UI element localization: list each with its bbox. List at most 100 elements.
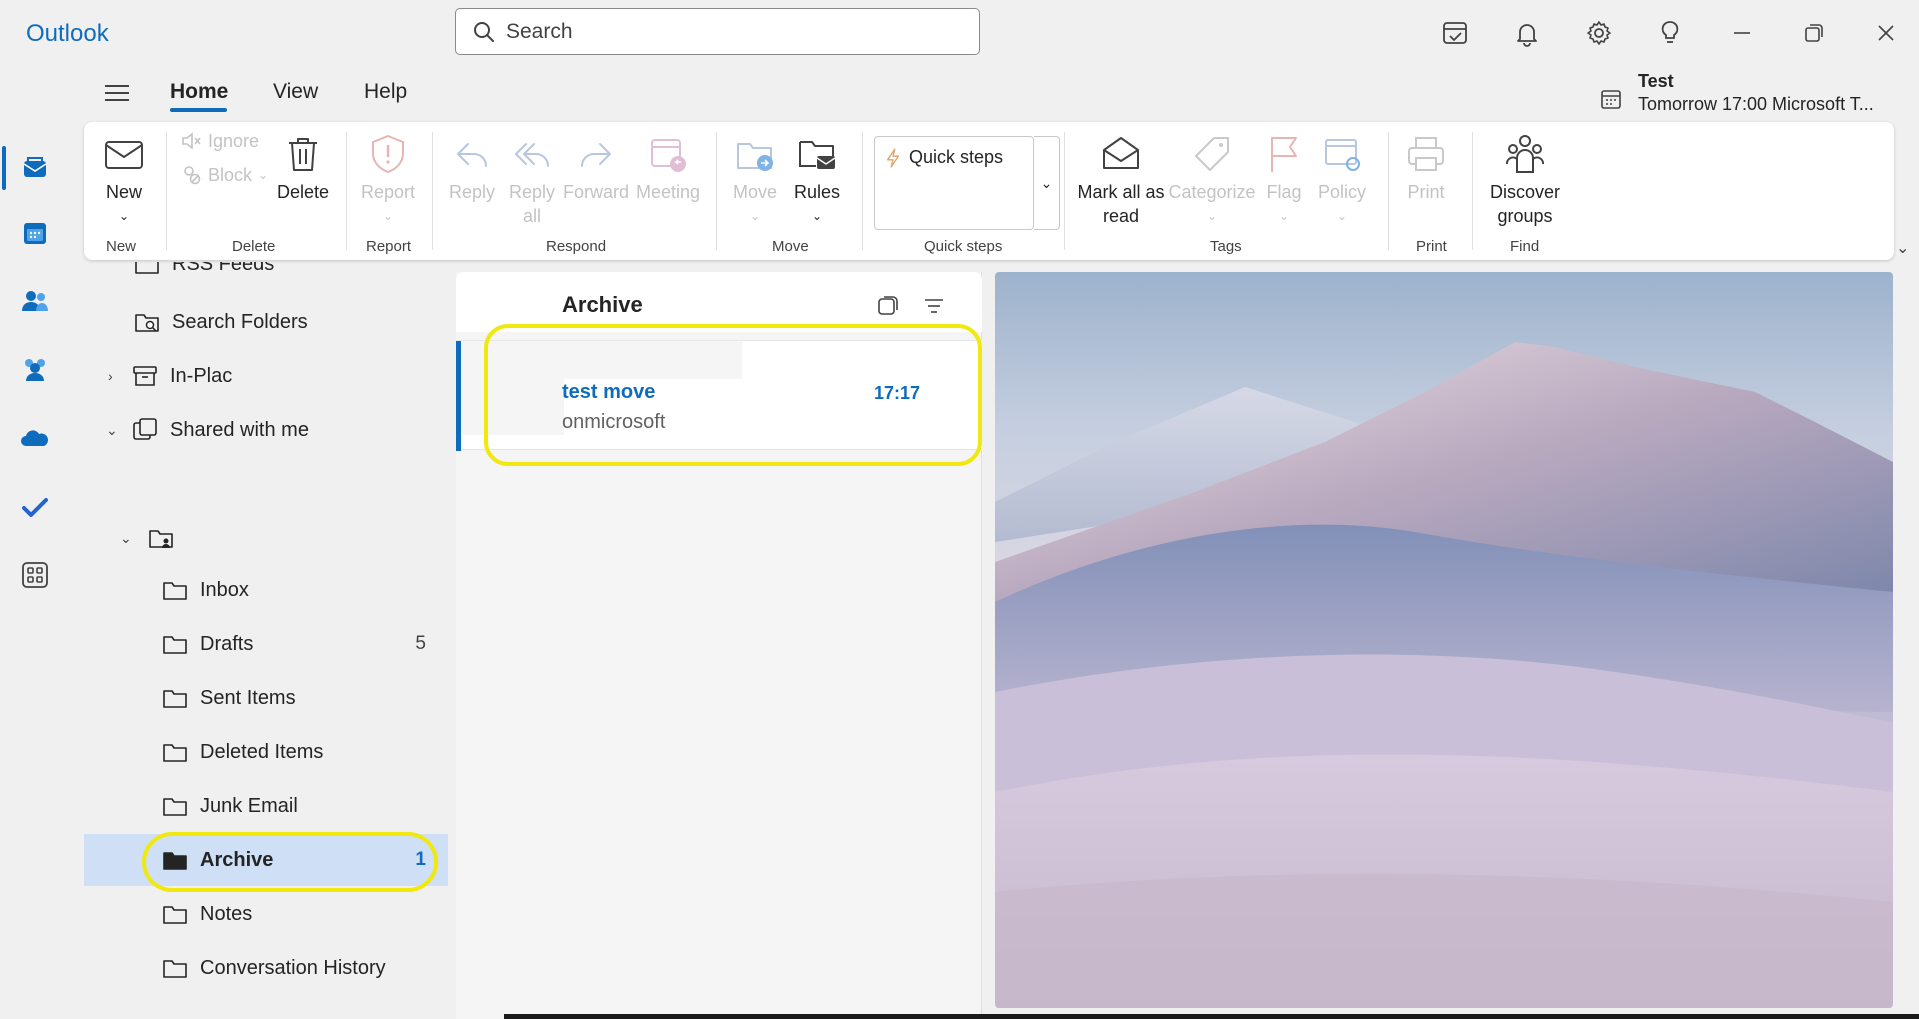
lightbulb-icon[interactable] xyxy=(1653,16,1687,50)
groups-icon[interactable] xyxy=(14,348,56,390)
restore-icon[interactable] xyxy=(1797,16,1831,50)
shared-folder-icon xyxy=(133,418,157,440)
print-button[interactable]: Print xyxy=(1400,132,1452,204)
delete-button[interactable]: Delete xyxy=(274,132,332,204)
bell-icon[interactable] xyxy=(1510,16,1544,50)
background-landscape-image xyxy=(995,342,1893,1008)
chevron-down-icon[interactable]: ⌄ xyxy=(120,530,132,547)
discover-label-1: Discover xyxy=(1489,182,1560,202)
filter-icon[interactable] xyxy=(922,294,946,318)
ribbon-expand-chevron-icon[interactable]: ⌄ xyxy=(1896,238,1909,258)
search-input[interactable]: Search xyxy=(455,8,980,55)
mark-all-read-button[interactable]: Mark all as read xyxy=(1074,132,1168,228)
archive-icon xyxy=(133,366,157,386)
chevron-down-icon[interactable]: ⌄ xyxy=(106,422,118,439)
tab-home[interactable]: Home xyxy=(170,80,228,104)
move-label: Move xyxy=(732,182,777,202)
group-report: Report xyxy=(366,238,412,255)
group-print: Print xyxy=(1416,238,1447,255)
group-new: New xyxy=(106,238,137,255)
block-button[interactable]: Block ⌄ xyxy=(180,164,268,186)
folder-icon xyxy=(135,262,159,274)
select-mode-icon[interactable] xyxy=(876,294,900,318)
chevron-down-icon: ⌄ xyxy=(1206,209,1218,223)
reply-button[interactable]: Reply xyxy=(444,132,500,204)
folder-junk-email[interactable]: Junk Email xyxy=(84,780,448,832)
quick-steps-dropdown[interactable]: ⌄ xyxy=(1034,136,1060,230)
calendar-reminder-icon xyxy=(1601,90,1621,109)
tab-view[interactable]: View xyxy=(273,80,318,104)
folder-icon xyxy=(163,906,187,924)
envelope-open-icon xyxy=(1103,137,1139,169)
apps-icon[interactable] xyxy=(14,554,56,596)
folder-icon xyxy=(163,744,187,762)
app-name[interactable]: Outlook xyxy=(26,20,109,48)
rules-button[interactable]: Rules ⌄ xyxy=(788,132,846,228)
folder-icon xyxy=(163,582,187,600)
folder-conversation-history[interactable]: Conversation History xyxy=(84,942,448,994)
chevron-right-icon[interactable]: › xyxy=(108,368,113,384)
folder-pane: RSS Feeds Search Folders › In-Plac ⌄ Sha… xyxy=(84,262,448,1019)
categorize-button[interactable]: Categorize ⌄ xyxy=(1168,132,1256,228)
calendar-icon[interactable] xyxy=(14,212,56,254)
reminder-subtitle: Tomorrow 17:00 Microsoft T... xyxy=(1638,94,1874,114)
folder-drafts[interactable]: Drafts 5 xyxy=(84,618,448,670)
folder-shared-with-me[interactable]: ⌄ Shared with me xyxy=(84,404,448,456)
close-icon[interactable] xyxy=(1869,16,1903,50)
selected-indicator xyxy=(456,341,461,451)
shared-mailbox-root[interactable]: ⌄ xyxy=(84,512,448,564)
discover-groups-button[interactable]: Discover groups xyxy=(1480,132,1570,228)
search-icon xyxy=(474,21,494,42)
mail-icon[interactable] xyxy=(14,146,56,188)
new-mail-button[interactable]: New ⌄ xyxy=(96,132,152,228)
forward-button[interactable]: Forward xyxy=(562,132,630,204)
folder-label: Junk Email xyxy=(200,794,298,817)
meeting-button[interactable]: Meeting xyxy=(632,132,704,204)
folder-in-place-archive[interactable]: › In-Plac xyxy=(84,350,448,402)
folder-rss-feeds[interactable]: RSS Feeds xyxy=(84,262,448,290)
folder-search-folders[interactable]: Search Folders xyxy=(84,296,448,348)
report-button[interactable]: Report ⌄ xyxy=(354,132,422,228)
todo-icon[interactable] xyxy=(14,486,56,528)
folder-deleted-items[interactable]: Deleted Items xyxy=(84,726,448,778)
print-label: Print xyxy=(1407,182,1445,202)
reply-all-icon xyxy=(515,143,549,167)
tab-help[interactable]: Help xyxy=(364,80,407,104)
flag-icon xyxy=(1271,137,1297,172)
reminder-title: Test xyxy=(1638,71,1674,91)
ignore-button[interactable]: Ignore xyxy=(180,130,259,152)
quick-steps-gallery[interactable]: Quick steps xyxy=(874,136,1034,230)
policy-button[interactable]: Policy ⌄ xyxy=(1312,132,1372,228)
mute-icon xyxy=(182,132,201,150)
categorize-label: Categorize xyxy=(1168,182,1256,202)
message-list-title: Archive xyxy=(562,292,643,317)
lightning-icon xyxy=(887,147,899,168)
folder-notes[interactable]: Notes xyxy=(84,888,448,940)
reply-all-label-1: Reply xyxy=(508,182,556,202)
folder-label: Inbox xyxy=(200,578,249,601)
folder-inbox[interactable]: Inbox xyxy=(84,564,448,616)
chevron-down-icon: ⌄ xyxy=(382,209,394,223)
mark-all-label-1: Mark all as xyxy=(1077,182,1165,202)
gear-icon[interactable] xyxy=(1582,16,1616,50)
folder-icon xyxy=(163,690,187,708)
separator xyxy=(346,132,347,250)
my-day-icon[interactable] xyxy=(1438,16,1472,50)
groups-outline-icon xyxy=(1506,135,1544,173)
move-button[interactable]: Move ⌄ xyxy=(726,132,784,228)
group-delete: Delete xyxy=(232,238,276,255)
envelope-icon xyxy=(105,141,143,169)
separator xyxy=(1472,132,1473,250)
minimize-icon[interactable] xyxy=(1725,16,1759,50)
flag-button[interactable]: Flag ⌄ xyxy=(1258,132,1310,228)
title-bar: Outlook Search xyxy=(0,0,1919,66)
reply-all-button[interactable]: Reply all xyxy=(504,132,560,228)
highlight-archive-folder xyxy=(142,832,438,892)
ribbon: New ⌄ New Ignore Block ⌄ Delete Delete R… xyxy=(84,122,1894,260)
report-label: Report xyxy=(360,182,416,202)
folder-sent-items[interactable]: Sent Items xyxy=(84,672,448,724)
people-icon[interactable] xyxy=(14,280,56,322)
hamburger-menu-icon[interactable] xyxy=(100,78,134,108)
block-label: Block xyxy=(208,164,253,185)
onedrive-icon[interactable] xyxy=(14,418,56,460)
